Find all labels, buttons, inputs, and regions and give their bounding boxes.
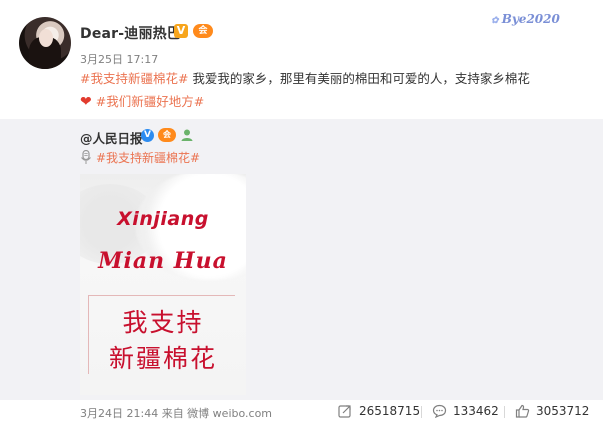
avatar-face	[39, 29, 53, 47]
post-body-text: 我爱我的家乡，那里有美丽的棉田和可爱的人，支持家乡棉花	[188, 71, 530, 86]
like-stat-button[interactable]: 3053712	[515, 404, 589, 418]
repost-stat-button[interactable]: 26518715	[338, 404, 420, 418]
watermark-logo: ✿ Bye2020	[491, 12, 573, 32]
username[interactable]: Dear-迪丽热巴	[80, 23, 181, 43]
post-text-line: #我支持新疆棉花# 我爱我的家乡，那里有美丽的棉田和可爱的人，支持家乡棉花	[80, 70, 530, 88]
comment-stat-button[interactable]: 133462	[432, 404, 499, 418]
comment-count: 133462	[453, 404, 499, 418]
avatar[interactable]	[19, 17, 71, 69]
blue-verified-icon[interactable]: V	[141, 129, 154, 142]
comment-icon	[432, 404, 447, 418]
person-icon[interactable]	[180, 128, 194, 142]
post-timestamp[interactable]: 3月25日 17:17	[80, 51, 158, 67]
image-text-xinjiang: Xinjiang	[117, 208, 209, 230]
stat-divider	[421, 406, 422, 418]
heart-icon: ❤	[80, 94, 92, 110]
image-text-cotton: 新疆棉花	[108, 344, 217, 373]
thumbs-up-icon	[515, 404, 530, 418]
hashtag-link[interactable]: #我支持新疆棉花#	[80, 71, 188, 86]
hashtag-link-2[interactable]: #我们新疆好地方#	[96, 94, 204, 109]
share-icon	[338, 405, 351, 418]
post-text-line-2: ❤ #我们新疆好地方#	[80, 93, 204, 111]
repost-footer-meta[interactable]: 3月24日 21:44 来自 微博 weibo.com	[80, 405, 272, 421]
stat-divider	[504, 406, 505, 418]
image-text-support: 我支持	[122, 308, 204, 337]
image-text-mianhua: Mian Hua	[98, 248, 228, 274]
verified-badge-icon[interactable]: V	[174, 24, 188, 38]
watermark-dots: ✿	[491, 16, 502, 26]
weibo-post-card: Dear-迪丽热巴 V 会 3月25日 17:17 ✿ Bye2020 #我支持…	[0, 0, 603, 429]
microphone-icon	[81, 150, 91, 164]
repost-vip-icon[interactable]: 会	[158, 128, 176, 142]
like-count: 3053712	[536, 404, 590, 418]
repost-hashtag-link[interactable]: #我支持新疆棉花#	[96, 149, 200, 166]
vip-badge-icon[interactable]: 会	[193, 24, 213, 38]
post-image[interactable]: Xinjiang Mian Hua 我支持 新疆棉花	[80, 174, 246, 395]
repost-author[interactable]: @人民日报	[80, 128, 143, 147]
watermark-text: Bye2020	[501, 12, 560, 26]
repost-count: 26518715	[359, 404, 421, 418]
